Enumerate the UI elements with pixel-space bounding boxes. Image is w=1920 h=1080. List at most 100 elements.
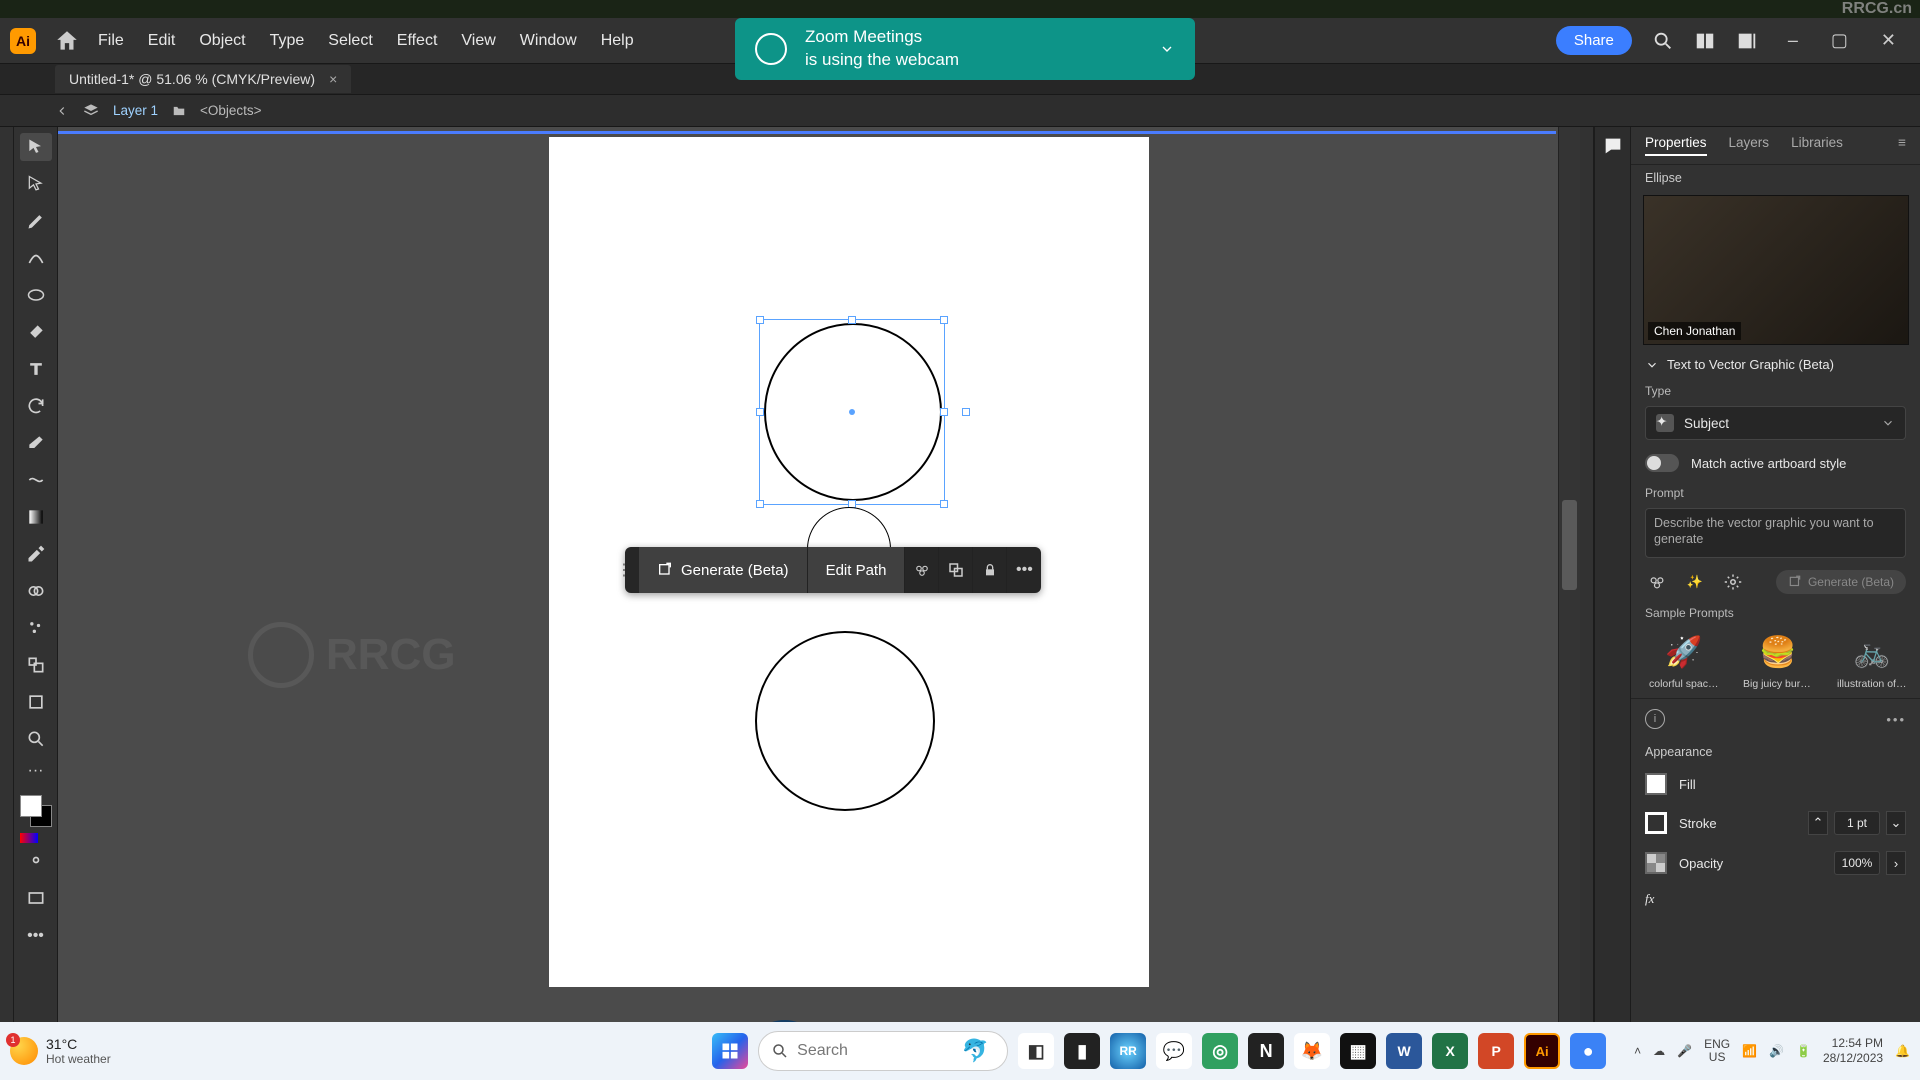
opacity-more[interactable]: › bbox=[1886, 851, 1906, 875]
breadcrumb-layer[interactable]: Layer 1 bbox=[113, 103, 158, 118]
more-icon[interactable]: ••• bbox=[1007, 547, 1041, 593]
tab-properties[interactable]: Properties bbox=[1645, 135, 1707, 156]
taskbar-clock[interactable]: 12:54 PM28/12/2023 bbox=[1823, 1036, 1883, 1066]
zoom-tool[interactable] bbox=[20, 725, 52, 753]
tray-cloud-icon[interactable]: ☁ bbox=[1653, 1044, 1665, 1058]
app-icon[interactable]: Ai bbox=[10, 28, 36, 54]
system-tray[interactable]: ˄ ☁ 🎤 ENGUS 📶 🔊 🔋 12:54 PM28/12/2023 🔔 bbox=[1634, 1036, 1910, 1066]
draw-mode[interactable] bbox=[20, 846, 52, 874]
ellipse-3[interactable] bbox=[755, 631, 935, 811]
menu-file[interactable]: File bbox=[98, 32, 124, 50]
variation-icon[interactable] bbox=[1645, 570, 1669, 594]
back-icon[interactable] bbox=[55, 104, 69, 118]
toolbar-gripper[interactable]: ⋮⋮ bbox=[625, 560, 639, 580]
section-more-icon[interactable]: ••• bbox=[1886, 712, 1906, 727]
fx-label[interactable]: fx bbox=[1645, 891, 1654, 907]
share-button[interactable]: Share bbox=[1556, 26, 1632, 55]
info-icon[interactable]: i bbox=[1645, 709, 1665, 729]
search-icon[interactable] bbox=[1652, 30, 1674, 52]
taskbar-app-green[interactable]: ◎ bbox=[1202, 1033, 1238, 1069]
gradient-tool[interactable] bbox=[20, 503, 52, 531]
weather-widget[interactable]: 31°C Hot weather bbox=[10, 1036, 111, 1066]
taskbar-powerpoint[interactable]: P bbox=[1478, 1033, 1514, 1069]
edit-path-button[interactable]: Edit Path bbox=[808, 547, 906, 593]
menu-window[interactable]: Window bbox=[520, 32, 577, 50]
edit-toolbar[interactable]: ··· bbox=[20, 762, 52, 780]
taskbar-rrcg[interactable]: RR bbox=[1110, 1033, 1146, 1069]
tab-close-icon[interactable]: × bbox=[329, 71, 337, 87]
sample-prompt-3[interactable]: 🚲illustration of a... bbox=[1837, 632, 1907, 690]
sample-prompt-1[interactable]: 🚀colorful space s... bbox=[1649, 632, 1719, 690]
home-icon[interactable] bbox=[54, 28, 80, 54]
opacity-swatch[interactable] bbox=[1645, 852, 1667, 874]
menu-effect[interactable]: Effect bbox=[397, 32, 438, 50]
eraser-tool[interactable] bbox=[20, 429, 52, 457]
sample-prompt-2[interactable]: 🍔Big juicy burger... bbox=[1743, 632, 1813, 690]
paintbrush-tool[interactable] bbox=[20, 318, 52, 346]
eyedropper-tool[interactable] bbox=[20, 540, 52, 568]
taskbar-search[interactable]: Search 🐬 bbox=[758, 1031, 1008, 1071]
tray-wifi-icon[interactable]: 📶 bbox=[1742, 1044, 1757, 1058]
match-artboard-toggle[interactable] bbox=[1645, 454, 1679, 472]
generate-pill[interactable]: Generate (Beta) bbox=[1776, 570, 1906, 594]
type-dropdown[interactable]: ✦ Subject bbox=[1645, 406, 1906, 440]
more-tools[interactable]: ••• bbox=[20, 922, 52, 950]
stroke-swatch[interactable] bbox=[1645, 812, 1667, 834]
webcam-notification[interactable]: Zoom Meetings is using the webcam bbox=[735, 18, 1195, 80]
taskbar-davinci[interactable]: ▦ bbox=[1340, 1033, 1376, 1069]
direct-selection-tool[interactable] bbox=[20, 170, 52, 198]
menu-select[interactable]: Select bbox=[328, 32, 372, 50]
settings-icon[interactable] bbox=[1721, 570, 1745, 594]
taskbar-firefox[interactable]: 🦊 bbox=[1294, 1033, 1330, 1069]
window-controls[interactable]: – ▢ ✕ bbox=[1788, 30, 1910, 51]
artboard-tool[interactable] bbox=[20, 688, 52, 716]
layer-breadcrumb[interactable]: Layer 1 <Objects> bbox=[0, 95, 1920, 127]
fill-stroke-swatch[interactable] bbox=[20, 795, 52, 827]
menu-object[interactable]: Object bbox=[199, 32, 245, 50]
tray-chevron-icon[interactable]: ˄ bbox=[1634, 1044, 1641, 1058]
vertical-scrollbar[interactable] bbox=[1558, 127, 1580, 1060]
artboard[interactable]: ⋮⋮ Generate (Beta) Edit Path ••• bbox=[549, 137, 1149, 987]
generate-button[interactable]: Generate (Beta) bbox=[639, 547, 808, 593]
menu-edit[interactable]: Edit bbox=[148, 32, 176, 50]
tray-volume-icon[interactable]: 🔊 bbox=[1769, 1044, 1784, 1058]
menu-help[interactable]: Help bbox=[601, 32, 634, 50]
opacity-value[interactable]: 100% bbox=[1834, 851, 1880, 875]
stroke-stepper[interactable]: ⌃ bbox=[1808, 811, 1828, 835]
tab-layers[interactable]: Layers bbox=[1729, 135, 1770, 156]
lock-icon[interactable] bbox=[973, 547, 1007, 593]
taskbar-taskview[interactable]: ◧ bbox=[1018, 1033, 1054, 1069]
tab-libraries[interactable]: Libraries bbox=[1791, 135, 1843, 156]
taskbar-notion[interactable]: N bbox=[1248, 1033, 1284, 1069]
selection-tool[interactable] bbox=[20, 133, 52, 161]
group-icon[interactable] bbox=[939, 547, 973, 593]
scale-tool[interactable] bbox=[20, 651, 52, 679]
tray-notifications-icon[interactable]: 🔔 bbox=[1895, 1044, 1910, 1058]
rotate-tool[interactable] bbox=[20, 392, 52, 420]
taskbar-excel[interactable]: X bbox=[1432, 1033, 1468, 1069]
arrange-docs-icon[interactable] bbox=[1694, 30, 1716, 52]
symbol-sprayer-tool[interactable] bbox=[20, 614, 52, 642]
workspace-icon[interactable] bbox=[1736, 30, 1758, 52]
selection-bounding-box[interactable] bbox=[759, 319, 945, 505]
width-tool[interactable] bbox=[20, 466, 52, 494]
canvas[interactable]: ⋮⋮ Generate (Beta) Edit Path ••• RRCG RR… bbox=[58, 127, 1580, 1060]
t2v-header[interactable]: Text to Vector Graphic (Beta) bbox=[1631, 349, 1920, 380]
tray-battery-icon[interactable]: 🔋 bbox=[1796, 1044, 1811, 1058]
fill-swatch[interactable] bbox=[1645, 773, 1667, 795]
pen-tool[interactable] bbox=[20, 207, 52, 235]
comment-icon[interactable] bbox=[1601, 135, 1625, 157]
taskbar-whatsapp[interactable]: 💬 bbox=[1156, 1033, 1192, 1069]
start-button[interactable] bbox=[712, 1033, 748, 1069]
screen-mode[interactable] bbox=[20, 884, 52, 912]
recolor-icon[interactable] bbox=[905, 547, 939, 593]
stroke-value[interactable]: 1 pt bbox=[1834, 811, 1880, 835]
tray-mic-icon[interactable]: 🎤 bbox=[1677, 1044, 1692, 1058]
taskbar-word[interactable]: W bbox=[1386, 1033, 1422, 1069]
taskbar-terminal[interactable]: ▮ bbox=[1064, 1033, 1100, 1069]
shape-builder-tool[interactable] bbox=[20, 577, 52, 605]
ellipse-tool[interactable] bbox=[20, 281, 52, 309]
prompt-input[interactable]: Describe the vector graphic you want to … bbox=[1645, 508, 1906, 558]
menu-view[interactable]: View bbox=[461, 32, 495, 50]
chevron-down-icon[interactable] bbox=[1159, 41, 1175, 57]
